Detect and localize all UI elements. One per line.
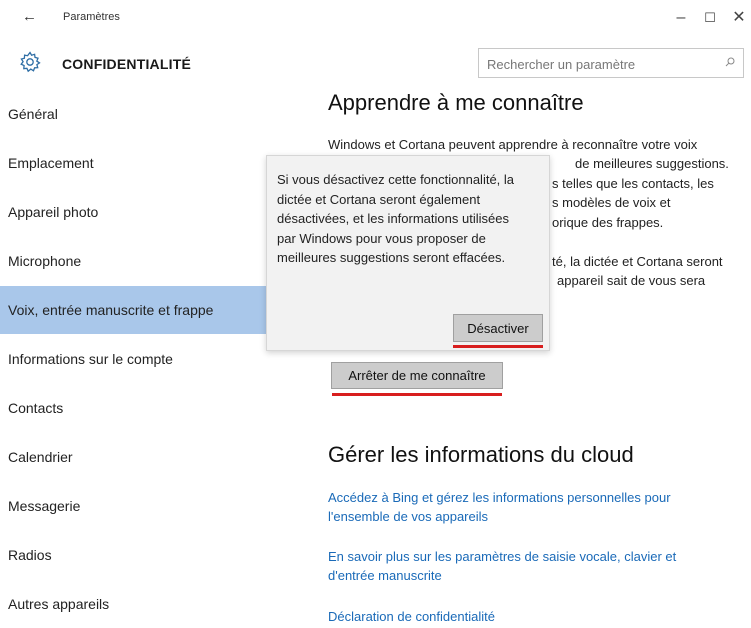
flyout-line: désactivées, et les informations utilisé… <box>277 211 509 226</box>
red-underline <box>332 393 502 396</box>
sidebar-item-other-devices[interactable]: Autres appareils <box>0 580 278 628</box>
minimize-button[interactable]: – <box>666 6 696 30</box>
description-line: té, la dictée et Cortana seront <box>552 254 723 269</box>
sidebar-item-microphone[interactable]: Microphone <box>0 237 278 285</box>
stop-getting-to-know-me-button[interactable]: Arrêter de me connaître <box>331 362 503 389</box>
window-title: Paramètres <box>63 11 120 23</box>
description-line: de meilleures suggestions. <box>575 156 729 171</box>
description-line: s telles que les contacts, les <box>552 176 714 191</box>
maximize-button[interactable]: ☐ <box>695 6 725 30</box>
link-privacy-statement[interactable]: Déclaration de confidentialité <box>328 607 495 626</box>
description-line: Windows et Cortana peuvent apprendre à r… <box>328 137 698 152</box>
description-line: appareil sait de vous sera <box>557 273 706 288</box>
search-box[interactable] <box>478 48 744 79</box>
flyout-message: Si vous désactivez cette fonctionnalité,… <box>277 170 545 268</box>
link-line[interactable]: d'entrée manuscrite <box>328 566 442 585</box>
sidebar-item-radios[interactable]: Radios <box>0 531 278 579</box>
sidebar-item-calendar[interactable]: Calendrier <box>0 433 278 481</box>
link-line[interactable]: l'ensemble de vos appareils <box>328 507 488 526</box>
gear-icon <box>20 51 41 73</box>
back-arrow-icon[interactable]: ← <box>22 8 37 25</box>
search-icon[interactable] <box>725 57 735 67</box>
search-input[interactable] <box>485 49 709 79</box>
confirmation-flyout: Si vous désactivez cette fonctionnalité,… <box>266 155 550 351</box>
sidebar-item-speech-inking-typing[interactable]: Voix, entrée manuscrite et frappe <box>0 286 278 334</box>
title-bar: ← Paramètres – ☐ ✕ <box>0 0 751 38</box>
flyout-line: par Windows pour vous proposer de <box>277 230 486 246</box>
section-heading-getting-to-know-you: Apprendre à me connaître <box>328 90 584 115</box>
sidebar-item-contacts[interactable]: Contacts <box>0 384 278 432</box>
link-line[interactable]: Accédez à Bing et gérez les informations… <box>328 488 671 507</box>
close-button[interactable]: ✕ <box>724 6 751 30</box>
settings-header: CONFIDENTIALITÉ <box>0 38 751 90</box>
sidebar-item-messaging[interactable]: Messagerie <box>0 482 278 530</box>
page-title: CONFIDENTIALITÉ <box>62 56 191 72</box>
sidebar-item-location[interactable]: Emplacement <box>0 139 278 187</box>
description-line: s modèles de voix et <box>552 195 671 210</box>
sidebar-item-camera[interactable]: Appareil photo <box>0 188 278 236</box>
sidebar-item-general[interactable]: Général <box>0 90 278 138</box>
red-underline <box>453 345 543 348</box>
flyout-line: Si vous désactivez cette fonctionnalité,… <box>277 172 515 187</box>
sidebar-item-account-info[interactable]: Informations sur le compte <box>0 335 278 383</box>
link-line[interactable]: En savoir plus sur les paramètres de sai… <box>328 547 676 566</box>
disable-button[interactable]: Désactiver <box>453 314 543 342</box>
flyout-line: dictée et Cortana seront également <box>277 191 481 207</box>
section-heading-manage-cloud-info: Gérer les informations du cloud <box>328 442 634 467</box>
description-line: orique des frappes. <box>552 215 664 230</box>
flyout-line: meilleures suggestions seront effacées. <box>277 250 506 265</box>
